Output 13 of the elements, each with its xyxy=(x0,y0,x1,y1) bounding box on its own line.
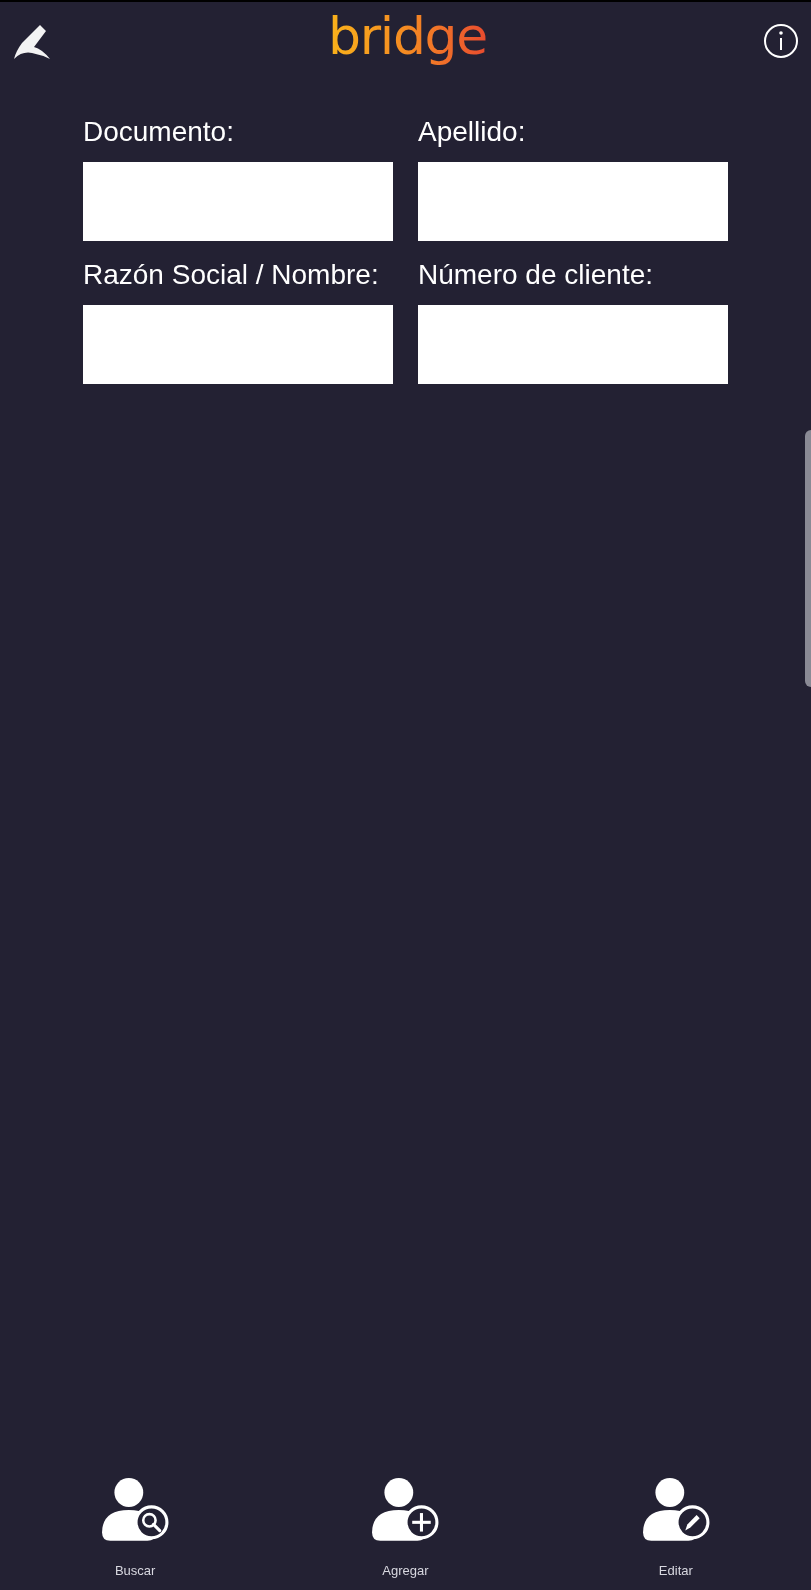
info-icon[interactable] xyxy=(763,23,799,59)
input-field[interactable] xyxy=(83,305,393,384)
field-label: Razón Social / Nombre: xyxy=(83,259,380,291)
action-button[interactable]: Agregar xyxy=(270,1476,541,1580)
field-label: Documento: xyxy=(83,116,235,148)
field-label: Número de cliente: xyxy=(418,259,654,291)
input-field[interactable] xyxy=(418,305,728,384)
scrollbar[interactable] xyxy=(805,430,811,687)
action-button[interactable]: Editar xyxy=(540,1476,811,1580)
input-field[interactable] xyxy=(418,162,728,241)
input-field[interactable] xyxy=(83,162,393,241)
field-label: Apellido: xyxy=(418,116,527,148)
action-button[interactable]: Buscar xyxy=(0,1476,271,1580)
